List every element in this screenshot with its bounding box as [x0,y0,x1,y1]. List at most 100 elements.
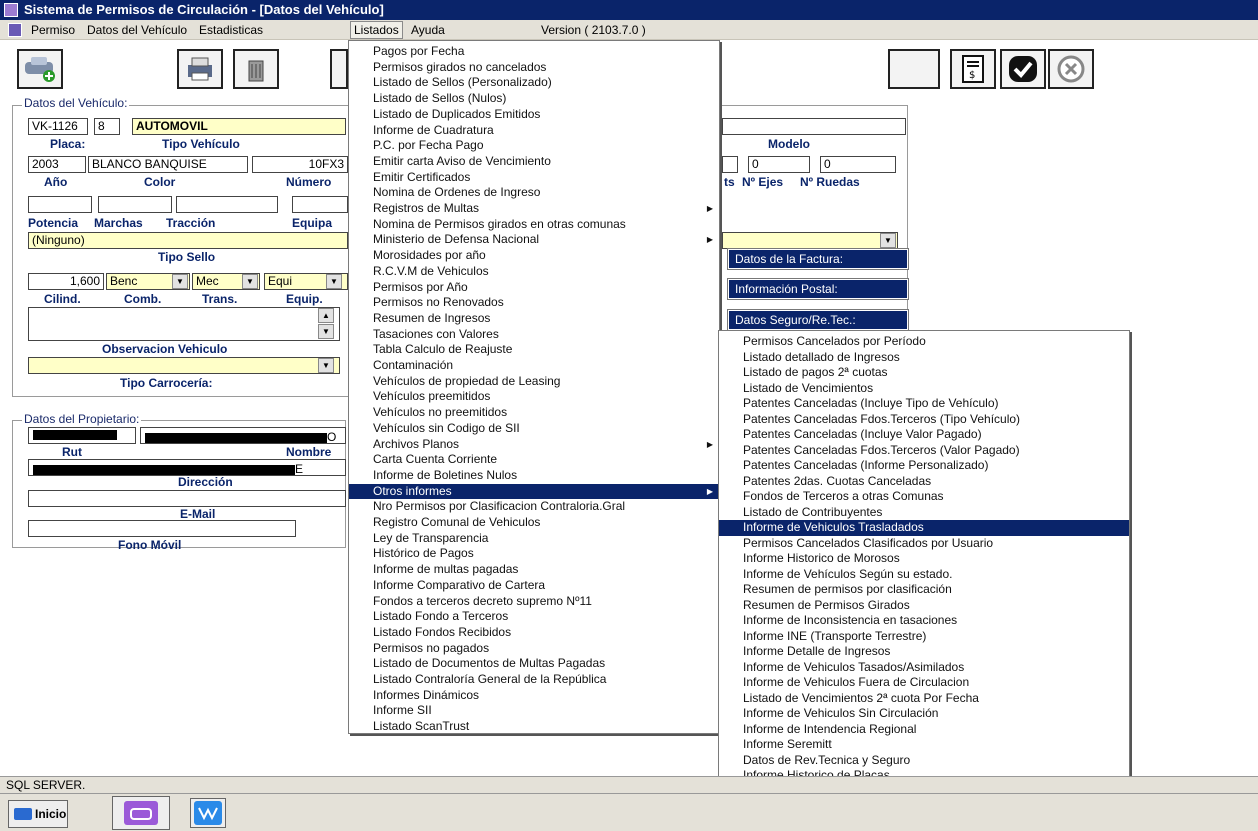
menu-estadisticas[interactable]: Estadisticas [196,20,266,40]
menu-item-morosidades-por-ano[interactable]: Morosidades por año [349,248,719,264]
rut-field[interactable] [28,427,136,444]
menu-item-pagos-por-fecha[interactable]: Pagos por Fecha [349,44,719,60]
menu-item-listado-de-duplicados-emitidos[interactable]: Listado de Duplicados Emitidos [349,107,719,123]
menu-listados[interactable]: Listados [350,21,403,39]
owner-name-field[interactable]: O [140,427,346,444]
menu-item-listado-de-sellos-personalizado[interactable]: Listado de Sellos (Personalizado) [349,75,719,91]
menu-item-nro-permisos-por-clasificacion-contraloria-gral[interactable]: Nro Permisos por Clasificacion Contralor… [349,499,719,515]
asientos-field[interactable] [722,156,738,173]
submenu-item-informe-historico-de-morosos[interactable]: Informe Historico de Morosos [719,551,1129,567]
submenu-item-patentes-canceladas-fdos-terceros-valor-pagado[interactable]: Patentes Canceladas Fdos.Terceros (Valor… [719,443,1129,459]
menu-permiso[interactable]: Permiso [28,20,78,40]
marchas-field[interactable] [98,196,172,213]
menu-item-otros-informes[interactable]: Otros informes ▶ [349,483,719,500]
chevron-down-icon[interactable]: ▼ [880,233,896,248]
menu-item-informe-comparativo-de-cartera[interactable]: Informe Comparativo de Cartera [349,578,719,594]
menu-item-tabla-calculo-de-reajuste[interactable]: Tabla Calculo de Reajuste [349,342,719,358]
submenu-item-informe-de-vehiculos-sin-circulacion[interactable]: Informe de Vehiculos Sin Circulación [719,706,1129,722]
menu-item-permisos-no-renovados[interactable]: Permisos no Renovados [349,295,719,311]
menu-item-ley-de-transparencia[interactable]: Ley de Transparencia [349,531,719,547]
ejes-field[interactable]: 0 [748,156,810,173]
submenu-item-informe-de-vehiculos-fuera-de-circulacion[interactable]: Informe de Vehiculos Fuera de Circulacio… [719,675,1129,691]
submenu-item-listado-de-contribuyentes[interactable]: Listado de Contribuyentes [719,505,1129,521]
menu-ayuda[interactable]: Ayuda [408,20,448,40]
menu-item-listado-fondo-a-terceros[interactable]: Listado Fondo a Terceros [349,609,719,625]
menu-item-nomina-de-ordenes-de-ingreso[interactable]: Nomina de Ordenes de Ingreso [349,185,719,201]
menu-item-permisos-no-pagados[interactable]: Permisos no pagados [349,641,719,657]
blank-toolbar-button[interactable] [888,49,940,89]
carroceria-select[interactable] [28,357,340,374]
scroll-down-icon[interactable]: ▼ [318,324,334,339]
submenu-item-patentes-canceladas-incluye-tipo-de-vehiculo[interactable]: Patentes Canceladas (Incluye Tipo de Veh… [719,396,1129,412]
cancel-button[interactable] [1048,49,1094,89]
plate-dv-field[interactable]: 8 [94,118,120,135]
menu-item-emitir-carta-aviso-de-vencimiento[interactable]: Emitir carta Aviso de Vencimiento [349,154,719,170]
mdi-child-icon[interactable] [8,23,22,37]
submenu-item-informe-de-intendencia-regional[interactable]: Informe de Intendencia Regional [719,722,1129,738]
vehicle-brand-field[interactable] [722,118,906,135]
submenu-item-patentes-2das-cuotas-canceladas[interactable]: Patentes 2das. Cuotas Canceladas [719,474,1129,490]
traccion-field[interactable] [176,196,278,213]
invoice-button[interactable]: $ [950,49,996,89]
menu-item-informe-de-multas-pagadas[interactable]: Informe de multas pagadas [349,562,719,578]
seguro-button[interactable]: Datos Seguro/Re.Tec.: [727,309,909,331]
vehicle-type-field[interactable]: AUTOMOVIL [132,118,346,135]
submenu-item-patentes-canceladas-incluye-valor-pagado[interactable]: Patentes Canceladas (Incluye Valor Pagad… [719,427,1129,443]
menu-item-listado-de-documentos-de-multas-pagadas[interactable]: Listado de Documentos de Multas Pagadas [349,656,719,672]
menu-item-informe-de-cuadratura[interactable]: Informe de Cuadratura [349,123,719,139]
menu-item-informe-de-boletines-nulos[interactable]: Informe de Boletines Nulos [349,468,719,484]
print-button[interactable] [177,49,223,89]
chevron-down-icon[interactable]: ▼ [318,358,334,373]
postal-button[interactable]: Información Postal: [727,278,909,300]
menu-item-listado-contraloria-general-de-la-republica[interactable]: Listado Contraloría General de la Repúbl… [349,672,719,688]
menu-item-resumen-de-ingresos[interactable]: Resumen de Ingresos [349,311,719,327]
menu-item-registro-comunal-de-vehiculos[interactable]: Registro Comunal de Vehiculos [349,515,719,531]
chevron-down-icon[interactable]: ▼ [242,274,258,289]
menu-item-carta-cuenta-corriente[interactable]: Carta Cuenta Corriente [349,452,719,468]
submenu-item-informe-de-vehiculos-trasladados[interactable]: Informe de Vehiculos Trasladados [719,520,1129,536]
submenu-item-listado-de-vencimientos[interactable]: Listado de Vencimientos [719,381,1129,397]
menu-item-contaminacion[interactable]: Contaminación [349,358,719,374]
submenu-item-listado-de-vencimientos-2-cuota-por-fecha[interactable]: Listado de Vencimientos 2ª cuota Por Fec… [719,691,1129,707]
submenu-item-resumen-de-permisos-girados[interactable]: Resumen de Permisos Girados [719,598,1129,614]
submenu-item-datos-de-rev-tecnica-y-seguro[interactable]: Datos de Rev.Tecnica y Seguro [719,753,1129,769]
address-field[interactable]: E [28,459,346,476]
menu-item-fondos-a-terceros-decreto-supremo-n-11[interactable]: Fondos a terceros decreto supremo Nº11 [349,594,719,610]
menu-item-permisos-por-ano[interactable]: Permisos por Año [349,280,719,296]
menu-item-p-c-por-fecha-pago[interactable]: P.C. por Fecha Pago [349,138,719,154]
submenu-item-informe-de-vehiculos-segun-su-estado[interactable]: Informe de Vehículos Según su estado. [719,567,1129,583]
submenu-item-patentes-canceladas-fdos-terceros-tipo-vehiculo[interactable]: Patentes Canceladas Fdos.Terceros (Tipo … [719,412,1129,428]
submenu-item-listado-de-pagos-2-cuotas[interactable]: Listado de pagos 2ª cuotas [719,365,1129,381]
menu-item-vehiculos-sin-codigo-de-sii[interactable]: Vehículos sin Codigo de SII [349,421,719,437]
submenu-item-fondos-de-terceros-a-otras-comunas[interactable]: Fondos de Terceros a otras Comunas [719,489,1129,505]
submenu-item-listado-detallado-de-ingresos[interactable]: Listado detallado de Ingresos [719,350,1129,366]
cilindrada-field[interactable]: 1,600 [28,273,104,290]
menu-item-historico-de-pagos[interactable]: Histórico de Pagos [349,546,719,562]
plate-field[interactable]: VK-1126 [28,118,88,135]
phone-field[interactable] [28,520,296,537]
email-field[interactable] [28,490,346,507]
toolbar-button-partial[interactable] [330,49,348,89]
submenu-item-informe-ine-transporte-terrestre[interactable]: Informe INE (Transporte Terrestre) [719,629,1129,645]
menu-item-vehiculos-preemitidos[interactable]: Vehículos preemitidos [349,389,719,405]
new-vehicle-button[interactable] [17,49,63,89]
factura-button[interactable]: Datos de la Factura: [727,248,909,270]
menu-item-emitir-certificados[interactable]: Emitir Certificados [349,170,719,186]
menu-item-informes-dinamicos[interactable]: Informes Dinámicos [349,688,719,704]
chevron-down-icon[interactable]: ▼ [172,274,188,289]
submenu-item-informe-seremitt[interactable]: Informe Seremitt [719,737,1129,753]
submenu-item-permisos-cancelados-clasificados-por-usuario[interactable]: Permisos Cancelados Clasificados por Usu… [719,536,1129,552]
submenu-item-patentes-canceladas-informe-personalizado[interactable]: Patentes Canceladas (Informe Personaliza… [719,458,1129,474]
menu-item-tasaciones-con-valores[interactable]: Tasaciones con Valores [349,327,719,343]
ruedas-field[interactable]: 0 [820,156,896,173]
menu-item-informe-sii[interactable]: Informe SII [349,703,719,719]
equipamiento-field[interactable] [292,196,348,213]
year-field[interactable]: 2003 [28,156,86,173]
submenu-item-permisos-cancelados-por-periodo[interactable]: Permisos Cancelados por Período [719,334,1129,350]
menu-item-vehiculos-no-preemitidos[interactable]: Vehículos no preemitidos [349,405,719,421]
submenu-item-informe-de-vehiculos-tasados-asimilados[interactable]: Informe de Vehiculos Tasados/Asimilados [719,660,1129,676]
menu-item-permisos-girados-no-cancelados[interactable]: Permisos girados no cancelados [349,60,719,76]
menu-item-archivos-planos[interactable]: Archivos Planos ▶ [349,437,719,453]
accept-button[interactable] [1000,49,1046,89]
menu-item-listado-fondos-recibidos[interactable]: Listado Fondos Recibidos [349,625,719,641]
